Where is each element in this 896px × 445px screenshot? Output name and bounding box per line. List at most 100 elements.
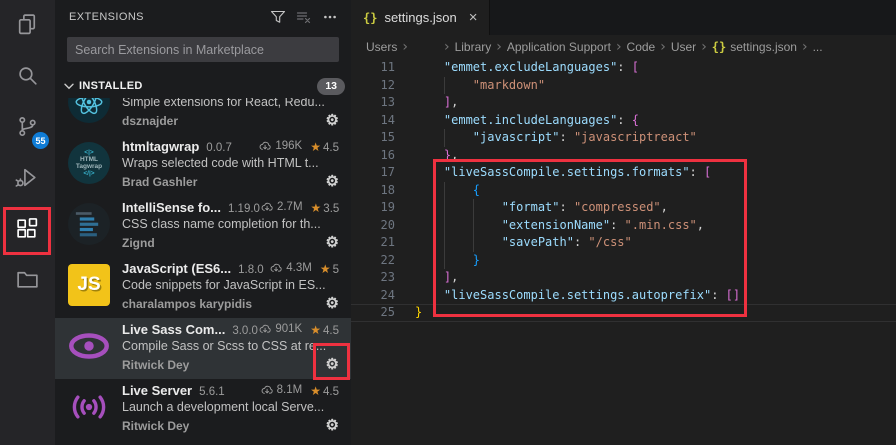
search-box-container [55, 34, 351, 62]
search-input[interactable] [67, 37, 339, 62]
sidebar-toolbar [265, 5, 343, 29]
extension-rating: 5 [333, 264, 339, 276]
extension-downloads: 8.1M [260, 384, 303, 396]
filter-icon[interactable] [265, 5, 291, 29]
activity-item-folder[interactable] [0, 256, 55, 307]
breadcrumb-item-user[interactable]: User [671, 40, 696, 54]
code-line-21: 21 "savePath": "/css" [351, 234, 896, 252]
search-icon [15, 63, 40, 93]
extension-description: CSS class name completion for th... [122, 217, 339, 234]
tab-settings-json[interactable]: {} settings.json × [351, 0, 490, 35]
activity-item-search[interactable] [0, 52, 55, 103]
line-number: 24 [351, 287, 395, 305]
code-line-12: 12 "markdown" [351, 77, 896, 95]
extension-author: Brad Gashler [122, 175, 197, 189]
gear-icon[interactable]: ⚙ [326, 235, 339, 250]
download-count: 8.1M [277, 384, 303, 396]
line-number: 25 [351, 304, 395, 322]
chevron-right-icon: › [802, 39, 808, 55]
extension-version: 5.6.1 [199, 386, 225, 398]
line-number: 18 [351, 182, 395, 200]
gear-icon[interactable]: ⚙ [326, 174, 339, 189]
extension-author-line: Zignd⚙ [122, 234, 339, 252]
chevron-right-icon: › [496, 39, 502, 55]
extensions-sidebar: EXTENSIONS Simple extensions for React, … [55, 0, 351, 445]
extension-description: Wraps selected code with HTML t... [122, 156, 339, 173]
extension-rating: 3.5 [323, 203, 339, 215]
gear-icon[interactable]: ⚙ [326, 296, 339, 311]
code-line-text: } [395, 304, 422, 322]
breadcrumb-label: Users [366, 40, 397, 54]
activity-item-source-control[interactable]: 55 [0, 103, 55, 154]
extension-author: Ritwick Dey [122, 419, 189, 433]
installed-count-badge: 13 [317, 78, 345, 95]
code-line-text: ], [395, 94, 458, 112]
extension-downloads: 196K [258, 140, 302, 152]
code-line-17: 17 "liveSassCompile.settings.formats": [ [351, 164, 896, 182]
breadcrumb-item--[interactable]: ... [813, 40, 823, 54]
extension-name-line: Live Sass Com...3.0.0901K★4.5 [122, 322, 339, 339]
breadcrumb-item-library[interactable]: Library [455, 40, 492, 54]
extension-name-line: Live Server5.6.18.1M★4.5 [122, 383, 339, 400]
chevron-right-icon: › [444, 39, 450, 55]
extension-name-line: IntelliSense fo...1.19.02.7M★3.5 [122, 200, 339, 217]
extension-description: Code snippets for JavaScript in ES... [122, 278, 339, 295]
gear-icon[interactable]: ⚙ [326, 113, 339, 128]
extension-item-htmltagwrap[interactable]: <|>HTMLTagwrap</|>htmltagwrap0.0.7196K★4… [55, 135, 351, 196]
gear-icon[interactable]: ⚙ [326, 418, 339, 433]
extension-description: Launch a development local Serve... [122, 400, 339, 417]
line-number: 14 [351, 112, 395, 130]
extension-version: 3.0.0 [232, 325, 258, 337]
extension-rating: 4.5 [323, 142, 339, 154]
line-number: 20 [351, 217, 395, 235]
line-number: 13 [351, 94, 395, 112]
gear-icon[interactable]: ⚙ [326, 357, 339, 372]
extension-item-javascript-es6-[interactable]: JSJavaScript (ES6...1.8.04.3M★5Code snip… [55, 257, 351, 318]
extension-name: JavaScript (ES6... [122, 261, 231, 276]
code-line-19: 19 "format": "compressed", [351, 199, 896, 217]
extension-author-line: Ritwick Dey⚙ [122, 356, 339, 374]
activity-item-explorer[interactable] [0, 1, 55, 52]
extension-name: htmltagwrap [122, 139, 199, 154]
line-number: 12 [351, 77, 395, 95]
files-icon [15, 12, 40, 42]
download-count: 901K [275, 323, 302, 335]
extension-author-line: Brad Gashler ⚙ [122, 173, 339, 191]
extension-downloads: 2.7M [260, 201, 303, 213]
star-icon: ★ [310, 140, 321, 154]
code-line-text: "liveSassCompile.settings.formats": [ [395, 164, 711, 182]
code-line-text: "markdown" [395, 77, 545, 95]
extension-name: Live Sass Com... [122, 322, 225, 337]
extension-version: 1.19.0 [228, 203, 260, 215]
installed-section-header[interactable]: INSTALLED 13 [55, 74, 351, 98]
activity-item-extensions[interactable] [0, 205, 55, 256]
extension-item-intellisense-fo-[interactable]: IntelliSense fo...1.19.02.7M★3.5CSS clas… [55, 196, 351, 257]
extensions-list: Simple extensions for React, Redu...dszn… [55, 74, 351, 440]
json-braces-icon: {} [363, 11, 377, 25]
breadcrumb-label: User [671, 40, 696, 54]
breadcrumb-item-settings-json[interactable]: {}settings.json [712, 40, 797, 54]
extension-item-live-sass-com-[interactable]: Live Sass Com...3.0.0901K★4.5Compile Sas… [55, 318, 351, 379]
code-line-18: 18 { [351, 182, 896, 200]
breadcrumb-item-application-support[interactable]: Application Support [507, 40, 611, 54]
clear-search-results-icon[interactable] [291, 5, 317, 29]
sidebar-title: EXTENSIONS [69, 11, 265, 23]
extension-name-line: htmltagwrap0.0.7196K★4.5 [122, 139, 339, 156]
activity-item-run-debug[interactable] [0, 154, 55, 205]
more-actions-icon[interactable] [317, 5, 343, 29]
download-count: 4.3M [286, 262, 312, 274]
extension-author: charalampos karypidis [122, 297, 252, 311]
extension-item-live-server[interactable]: Live Server5.6.18.1M★4.5Launch a develop… [55, 379, 351, 440]
close-icon[interactable]: × [469, 9, 478, 26]
chevron-right-icon: › [660, 39, 666, 55]
download-count: 2.7M [277, 201, 303, 213]
code-line-20: 20 "extensionName": ".min.css", [351, 217, 896, 235]
breadcrumb-label: Code [627, 40, 656, 54]
line-number: 21 [351, 234, 395, 252]
code-line-text: "savePath": "/css" [395, 234, 632, 252]
breadcrumb-item-code[interactable]: Code [627, 40, 656, 54]
code-area[interactable]: 11 "emmet.excludeLanguages": [12 "markdo… [351, 59, 896, 322]
line-number: 11 [351, 59, 395, 77]
line-number: 22 [351, 252, 395, 270]
breadcrumb-item-users[interactable]: Users [366, 40, 397, 54]
